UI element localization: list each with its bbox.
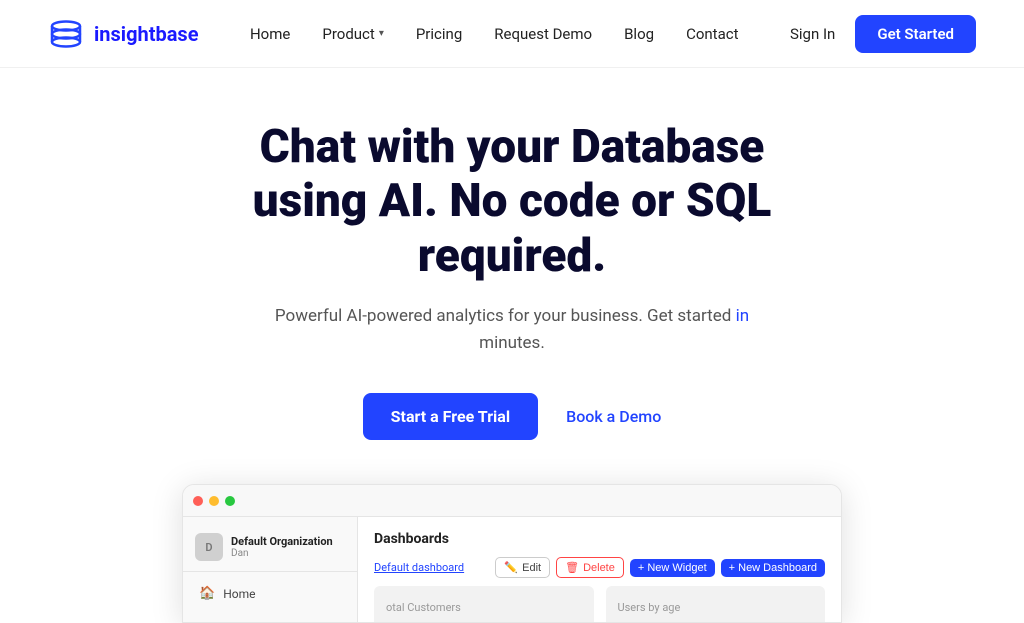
window-dot-maximize — [225, 496, 235, 506]
org-user: Dan — [231, 548, 333, 559]
home-icon: 🏠 — [199, 586, 215, 601]
org-selector[interactable]: D Default Organization Dan — [183, 529, 357, 572]
dashboard-body: D Default Organization Dan 🏠 Home Dashbo… — [183, 517, 841, 622]
window-dot-minimize — [209, 496, 219, 506]
sidebar-nav-home[interactable]: 🏠 Home — [183, 580, 357, 607]
dashboard-window: D Default Organization Dan 🏠 Home Dashbo… — [182, 484, 842, 623]
window-dot-close — [193, 496, 203, 506]
hero-subtitle: Powerful AI-powered analytics for your b… — [262, 303, 762, 357]
chart-label-1: otal Customers — [386, 601, 461, 614]
logo-area[interactable]: insightbase — [48, 16, 199, 52]
hero-section: Chat with your Database using AI. No cod… — [0, 68, 1024, 476]
dashboard-preview: D Default Organization Dan 🏠 Home Dashbo… — [0, 476, 1024, 623]
delete-icon: 🗑 — [565, 561, 579, 574]
dashboards-title: Dashboards — [374, 531, 449, 547]
new-widget-button[interactable]: + New Widget — [630, 559, 715, 577]
nav-item-home[interactable]: Home — [250, 25, 290, 43]
header: insightbase Home Product ▾ Pricing Reque… — [0, 0, 1024, 68]
dashboard-content-row: otal Customers Users by age — [374, 586, 825, 623]
header-actions: Sign In Get Started — [790, 15, 976, 53]
nav-item-contact[interactable]: Contact — [686, 25, 738, 43]
sign-in-button[interactable]: Sign In — [790, 25, 835, 43]
main-nav: Home Product ▾ Pricing Request Demo Blog… — [250, 25, 739, 43]
panel-actions: ✏️ Edit 🗑 Delete + New Widget + New Dash… — [495, 557, 825, 578]
get-started-button[interactable]: Get Started — [855, 15, 976, 53]
hero-title: Chat with your Database using AI. No cod… — [202, 120, 822, 283]
nav-item-product[interactable]: Product ▾ — [322, 25, 383, 43]
default-dashboard-link[interactable]: Default dashboard — [374, 561, 464, 574]
product-dropdown-arrow: ▾ — [379, 28, 384, 39]
nav-item-pricing[interactable]: Pricing — [416, 25, 462, 43]
chart-placeholder-1: otal Customers — [374, 586, 594, 623]
main-panel: Dashboards Default dashboard ✏️ Edit 🗑 D… — [358, 517, 841, 622]
org-name: Default Organization — [231, 535, 333, 548]
edit-button[interactable]: ✏️ Edit — [495, 557, 550, 578]
new-dashboard-button[interactable]: + New Dashboard — [721, 559, 825, 577]
hero-buttons: Start a Free Trial Book a Demo — [363, 393, 662, 440]
chart-placeholder-2: Users by age — [606, 586, 826, 623]
nav-item-blog[interactable]: Blog — [624, 25, 654, 43]
logo-icon — [48, 16, 84, 52]
app-sidebar: D Default Organization Dan 🏠 Home — [183, 517, 358, 622]
delete-button[interactable]: 🗑 Delete — [556, 557, 624, 578]
start-trial-button[interactable]: Start a Free Trial — [363, 393, 538, 440]
chart-label-2: Users by age — [618, 601, 681, 614]
edit-icon: ✏️ — [504, 561, 518, 574]
window-top-bar — [183, 485, 841, 517]
book-demo-button[interactable]: Book a Demo — [566, 407, 661, 426]
main-panel-header: Dashboards — [374, 531, 825, 547]
org-avatar: D — [195, 533, 223, 561]
nav-item-request-demo[interactable]: Request Demo — [494, 25, 592, 43]
brand-name: insightbase — [94, 22, 199, 46]
